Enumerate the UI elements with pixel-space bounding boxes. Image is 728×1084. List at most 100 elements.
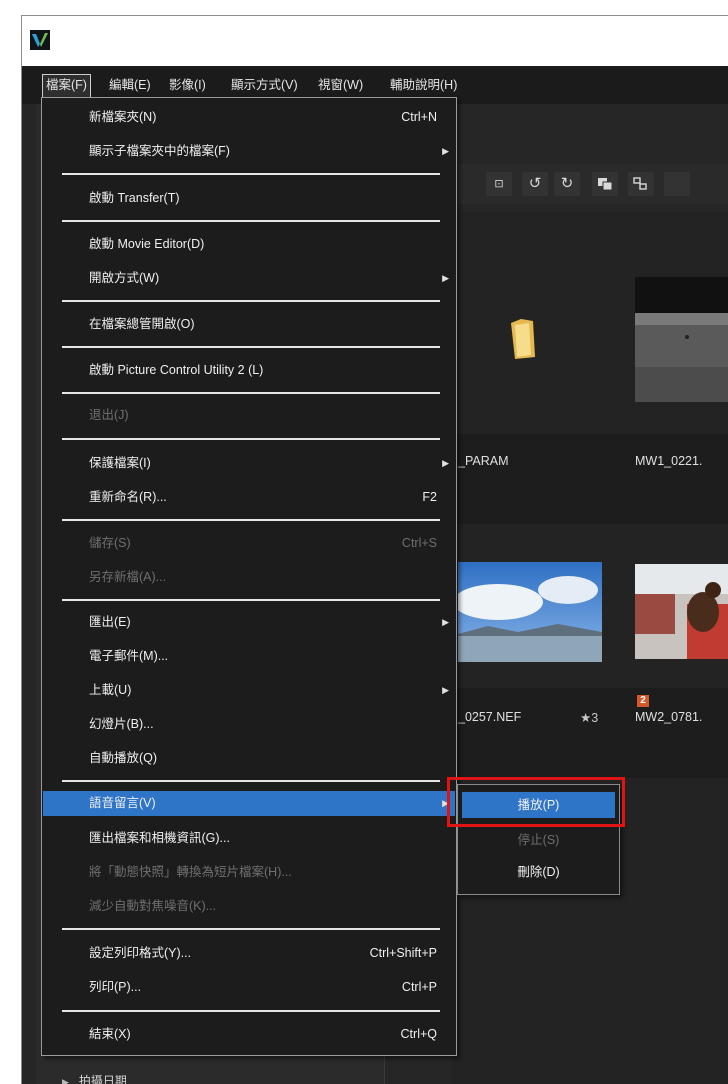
image-toolbar: ⊡ ↺ ↻ — [452, 164, 728, 204]
callout-highlight-box — [447, 777, 625, 827]
app-logo-icon — [30, 30, 50, 50]
menu-item-label: 新檔案夾(N) — [89, 110, 157, 124]
menu-separator — [62, 173, 440, 175]
menu-item-save-as: 另存新檔(A)... — [43, 565, 455, 590]
menu-separator — [62, 220, 440, 222]
submenu-item-stop: 停止(S) — [517, 833, 560, 847]
menu-edit[interactable]: 編輯(E) — [106, 74, 154, 96]
menu-help[interactable]: 輔助說明(H) — [387, 74, 460, 96]
menu-item-label: 重新命名(R)... — [89, 490, 167, 504]
menu-item-label: 匯出檔案和相機資訊(G)... — [89, 831, 230, 845]
rating-stars: ★3 — [580, 711, 599, 725]
menu-separator — [62, 599, 440, 601]
more-tools-icon[interactable] — [664, 172, 690, 196]
folder-icon[interactable] — [507, 317, 539, 362]
menu-item-convert-motion-snapshot: 將「動態快照」轉換為短片檔案(H)... — [43, 860, 455, 885]
menu-item-label: 上載(U) — [89, 683, 132, 697]
multi-view-icon[interactable] — [628, 172, 654, 196]
menu-item-label: 幻燈片(B)... — [89, 717, 154, 731]
menu-item-label: 顯示子檔案夾中的檔案(F) — [89, 144, 230, 158]
menu-item-protect-files[interactable]: 保護檔案(I) ▶ — [43, 451, 455, 476]
menu-item-label: 退出(J) — [89, 408, 129, 422]
shortcut-label: Ctrl+S — [401, 536, 437, 550]
tree-item-shooting-date[interactable]: ▶ 拍攝日期 — [62, 1070, 127, 1084]
menu-item-exit[interactable]: 結束(X) Ctrl+Q — [43, 1022, 455, 1047]
thumbnail-mw2-0781[interactable] — [635, 564, 728, 659]
menu-item-export[interactable]: 匯出(E) ▶ — [43, 610, 455, 635]
caption-band — [452, 688, 728, 778]
fit-screen-icon[interactable]: ⊡ — [486, 172, 512, 196]
caption-band — [452, 434, 728, 524]
menu-item-launch-transfer[interactable]: 啟動 Transfer(T) — [43, 186, 455, 211]
menu-item-label: 在檔案總管開啟(O) — [89, 317, 195, 331]
menu-item-label: 減少自動對焦噪音(K)... — [89, 899, 217, 913]
menu-separator — [62, 519, 440, 521]
menu-item-label: 設定列印格式(Y)... — [89, 946, 192, 960]
rotate-left-icon[interactable]: ↺ — [522, 172, 548, 196]
menu-item-label: 另存新檔(A)... — [89, 570, 167, 584]
thumbnail-caption: _PARAM — [458, 454, 509, 468]
menu-separator — [62, 1010, 440, 1012]
submenu-item-delete[interactable]: 刪除(D) — [462, 859, 615, 885]
thumbnail-caption: MW2_0781. — [635, 710, 703, 724]
menu-file[interactable]: 檔案(F) — [42, 74, 91, 98]
menu-item-print[interactable]: 列印(P)... Ctrl+P — [43, 975, 455, 1000]
menu-item-rename[interactable]: 重新命名(R)... F2 — [43, 485, 455, 510]
menu-image[interactable]: 影像(I) — [166, 74, 209, 96]
submenu-arrow-icon: ▶ — [442, 685, 449, 695]
menu-item-label: 啟動 Transfer(T) — [89, 191, 180, 205]
file-menu-dropdown: 新檔案夾(N) Ctrl+N 顯示子檔案夾中的檔案(F) ▶ 啟動 Transfer… — [41, 97, 457, 1056]
submenu-arrow-icon: ▶ — [442, 146, 449, 156]
menu-item-open-with[interactable]: 開啟方式(W) ▶ — [43, 266, 455, 291]
menu-item-label: 電子郵件(M)... — [89, 649, 169, 663]
menu-item-email[interactable]: 電子郵件(M)... — [43, 644, 455, 669]
menu-item-label: 將「動態快照」轉換為短片檔案(H)... — [89, 865, 292, 879]
menu-item-label: 保護檔案(I) — [89, 456, 151, 470]
thumbnail-caption: MW1_0221. — [635, 454, 703, 468]
menu-item-auto-play[interactable]: 自動播放(Q) — [43, 746, 455, 771]
menu-item-label: 開啟方式(W) — [89, 271, 160, 285]
menu-view[interactable]: 顯示方式(V) — [228, 74, 301, 96]
menu-separator — [62, 392, 440, 394]
menu-item-label: 匯出(E) — [89, 615, 131, 629]
shortcut-label: Ctrl+P — [401, 980, 437, 994]
shortcut-label: Ctrl+N — [401, 110, 437, 124]
title-bar — [22, 16, 728, 66]
menu-item-slideshow[interactable]: 幻燈片(B)... — [43, 712, 455, 737]
menu-window[interactable]: 視窗(W) — [315, 74, 366, 96]
menu-item-show-subfolder-files[interactable]: 顯示子檔案夾中的檔案(F) ▶ — [43, 139, 455, 164]
menu-separator — [62, 780, 440, 782]
menu-item-eject: 退出(J) — [43, 403, 455, 428]
menu-item-label: 啟動 Picture Control Utility 2 (L) — [89, 363, 264, 377]
menu-item-save: 儲存(S) Ctrl+S — [43, 531, 455, 556]
menu-item-export-file-camera-info[interactable]: 匯出檔案和相機資訊(G)... — [43, 826, 455, 851]
menu-separator — [62, 346, 440, 348]
menu-item-voice-memo[interactable]: 語音留言(V) ▶ — [43, 791, 455, 816]
menu-item-label: 結束(X) — [89, 1027, 131, 1041]
compare-icon[interactable] — [592, 172, 618, 196]
menu-separator — [62, 438, 440, 440]
submenu-arrow-icon: ▶ — [442, 458, 449, 468]
menu-item-upload[interactable]: 上載(U) ▶ — [43, 678, 455, 703]
menu-separator — [62, 928, 440, 930]
submenu-arrow-icon: ▶ — [442, 273, 449, 283]
menu-item-launch-movie-editor[interactable]: 啟動 Movie Editor(D) — [43, 232, 455, 257]
menu-item-label: 啟動 Movie Editor(D) — [89, 237, 205, 251]
menu-item-print-format[interactable]: 設定列印格式(Y)... Ctrl+Shift+P — [43, 941, 455, 966]
menu-item-launch-picture-control[interactable]: 啟動 Picture Control Utility 2 (L) — [43, 358, 455, 383]
thumbnail-mw1-0221[interactable] — [635, 277, 728, 402]
shortcut-label: Ctrl+Shift+P — [369, 946, 437, 960]
thumbnail-grid: _PARAM MW1_0221. _0257.NEF ★3 2 MW2_0781… — [452, 212, 728, 1084]
menu-item-label: 自動播放(Q) — [89, 751, 158, 765]
menu-item-label: 語音留言(V) — [89, 796, 156, 810]
shortcut-label: F2 — [422, 490, 437, 504]
menu-item-new-folder[interactable]: 新檔案夾(N) Ctrl+N — [43, 105, 455, 130]
menu-item-reduce-af-noise: 減少自動對焦噪音(K)... — [43, 894, 455, 919]
menu-item-label: 列印(P)... — [89, 980, 142, 994]
thumbnail-caption: _0257.NEF — [458, 710, 522, 724]
menu-item-open-in-explorer[interactable]: 在檔案總管開啟(O) — [43, 312, 455, 337]
thumbnail-0257[interactable] — [458, 562, 602, 662]
rotate-right-icon[interactable]: ↻ — [554, 172, 580, 196]
menu-separator — [62, 300, 440, 302]
submenu-arrow-icon: ▶ — [442, 617, 449, 627]
